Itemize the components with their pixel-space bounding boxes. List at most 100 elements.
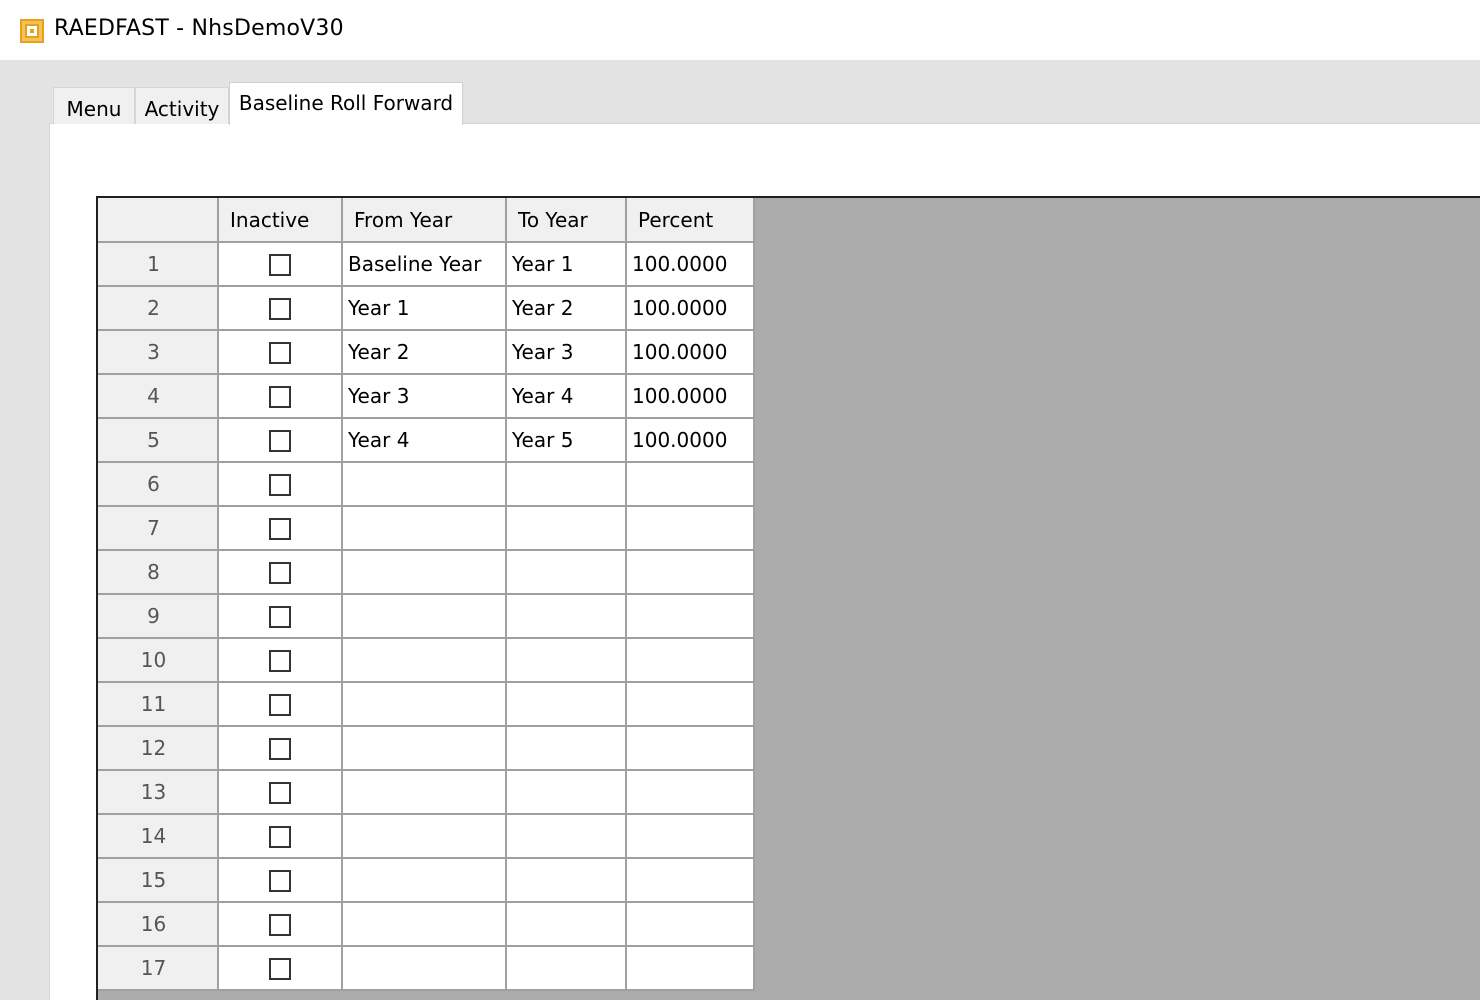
to-year-cell[interactable]: Year 2 (506, 286, 627, 331)
column-header-to-year[interactable]: To Year (506, 198, 627, 243)
inactive-checkbox[interactable] (269, 298, 291, 321)
to-year-cell[interactable]: Year 4 (506, 374, 627, 419)
table-row[interactable]: 14 (98, 814, 755, 859)
row-number-header[interactable]: 3 (98, 330, 219, 375)
row-number-header[interactable]: 11 (98, 682, 219, 727)
to-year-cell[interactable] (506, 550, 627, 595)
from-year-cell[interactable]: Year 2 (342, 330, 507, 375)
from-year-cell[interactable]: Year 1 (342, 286, 507, 331)
column-header-percent[interactable]: Percent (626, 198, 755, 243)
inactive-checkbox[interactable] (269, 694, 291, 717)
from-year-cell[interactable] (342, 682, 507, 727)
column-header-from-year[interactable]: From Year (342, 198, 507, 243)
table-row[interactable]: 4 Year 3 Year 4 100.0000 (98, 374, 755, 419)
percent-cell[interactable]: 100.0000 (626, 286, 755, 331)
table-row[interactable]: 17 (98, 946, 755, 991)
from-year-cell[interactable] (342, 638, 507, 683)
row-number-header[interactable]: 2 (98, 286, 219, 331)
row-number-header[interactable]: 4 (98, 374, 219, 419)
percent-cell[interactable] (626, 638, 755, 683)
percent-cell[interactable] (626, 770, 755, 815)
to-year-cell[interactable] (506, 594, 627, 639)
from-year-cell[interactable] (342, 462, 507, 507)
table-row[interactable]: 11 (98, 682, 755, 727)
row-number-header[interactable]: 14 (98, 814, 219, 859)
inactive-checkbox[interactable] (269, 562, 291, 585)
to-year-cell[interactable] (506, 902, 627, 947)
row-number-header[interactable]: 1 (98, 242, 219, 287)
percent-cell[interactable] (626, 682, 755, 727)
table-row[interactable]: 12 (98, 726, 755, 771)
percent-cell[interactable] (626, 506, 755, 551)
from-year-cell[interactable] (342, 858, 507, 903)
inactive-checkbox[interactable] (269, 738, 291, 761)
row-number-header[interactable]: 12 (98, 726, 219, 771)
tab-activity[interactable]: Activity (135, 87, 229, 124)
from-year-cell[interactable]: Baseline Year (342, 242, 507, 287)
table-row[interactable]: 3 Year 2 Year 3 100.0000 (98, 330, 755, 375)
inactive-checkbox[interactable] (269, 474, 291, 497)
row-number-header[interactable]: 8 (98, 550, 219, 595)
grid-corner-header[interactable] (98, 198, 219, 243)
to-year-cell[interactable] (506, 726, 627, 771)
row-number-header[interactable]: 15 (98, 858, 219, 903)
from-year-cell[interactable] (342, 814, 507, 859)
to-year-cell[interactable]: Year 5 (506, 418, 627, 463)
inactive-checkbox[interactable] (269, 826, 291, 849)
percent-cell[interactable]: 100.0000 (626, 330, 755, 375)
percent-cell[interactable] (626, 594, 755, 639)
inactive-checkbox[interactable] (269, 430, 291, 453)
table-row[interactable]: 10 (98, 638, 755, 683)
percent-cell[interactable] (626, 726, 755, 771)
from-year-cell[interactable] (342, 770, 507, 815)
to-year-cell[interactable] (506, 638, 627, 683)
inactive-checkbox[interactable] (269, 650, 291, 673)
table-row[interactable]: 16 (98, 902, 755, 947)
from-year-cell[interactable] (342, 946, 507, 991)
table-row[interactable]: 7 (98, 506, 755, 551)
from-year-cell[interactable] (342, 902, 507, 947)
column-header-inactive[interactable]: Inactive (218, 198, 343, 243)
from-year-cell[interactable]: Year 3 (342, 374, 507, 419)
from-year-cell[interactable] (342, 726, 507, 771)
inactive-checkbox[interactable] (269, 914, 291, 937)
to-year-cell[interactable] (506, 946, 627, 991)
row-number-header[interactable]: 17 (98, 946, 219, 991)
row-number-header[interactable]: 5 (98, 418, 219, 463)
row-number-header[interactable]: 9 (98, 594, 219, 639)
percent-cell[interactable] (626, 550, 755, 595)
percent-cell[interactable] (626, 814, 755, 859)
percent-cell[interactable]: 100.0000 (626, 418, 755, 463)
row-number-header[interactable]: 16 (98, 902, 219, 947)
percent-cell[interactable]: 100.0000 (626, 374, 755, 419)
inactive-checkbox[interactable] (269, 870, 291, 893)
percent-cell[interactable] (626, 902, 755, 947)
row-number-header[interactable]: 7 (98, 506, 219, 551)
row-number-header[interactable]: 13 (98, 770, 219, 815)
table-row[interactable]: 9 (98, 594, 755, 639)
to-year-cell[interactable] (506, 770, 627, 815)
tab-baseline-roll-forward[interactable]: Baseline Roll Forward (229, 82, 463, 125)
inactive-checkbox[interactable] (269, 254, 291, 277)
inactive-checkbox[interactable] (269, 606, 291, 629)
percent-cell[interactable]: 100.0000 (626, 242, 755, 287)
row-number-header[interactable]: 10 (98, 638, 219, 683)
from-year-cell[interactable] (342, 506, 507, 551)
to-year-cell[interactable] (506, 858, 627, 903)
table-row[interactable]: 5 Year 4 Year 5 100.0000 (98, 418, 755, 463)
table-row[interactable]: 8 (98, 550, 755, 595)
inactive-checkbox[interactable] (269, 518, 291, 541)
to-year-cell[interactable]: Year 1 (506, 242, 627, 287)
percent-cell[interactable] (626, 462, 755, 507)
inactive-checkbox[interactable] (269, 386, 291, 409)
from-year-cell[interactable]: Year 4 (342, 418, 507, 463)
table-row[interactable]: 1 Baseline Year Year 1 100.0000 (98, 242, 755, 287)
table-row[interactable]: 13 (98, 770, 755, 815)
inactive-checkbox[interactable] (269, 782, 291, 805)
from-year-cell[interactable] (342, 594, 507, 639)
inactive-checkbox[interactable] (269, 958, 291, 981)
to-year-cell[interactable] (506, 506, 627, 551)
inactive-checkbox[interactable] (269, 342, 291, 365)
table-row[interactable]: 2 Year 1 Year 2 100.0000 (98, 286, 755, 331)
from-year-cell[interactable] (342, 550, 507, 595)
